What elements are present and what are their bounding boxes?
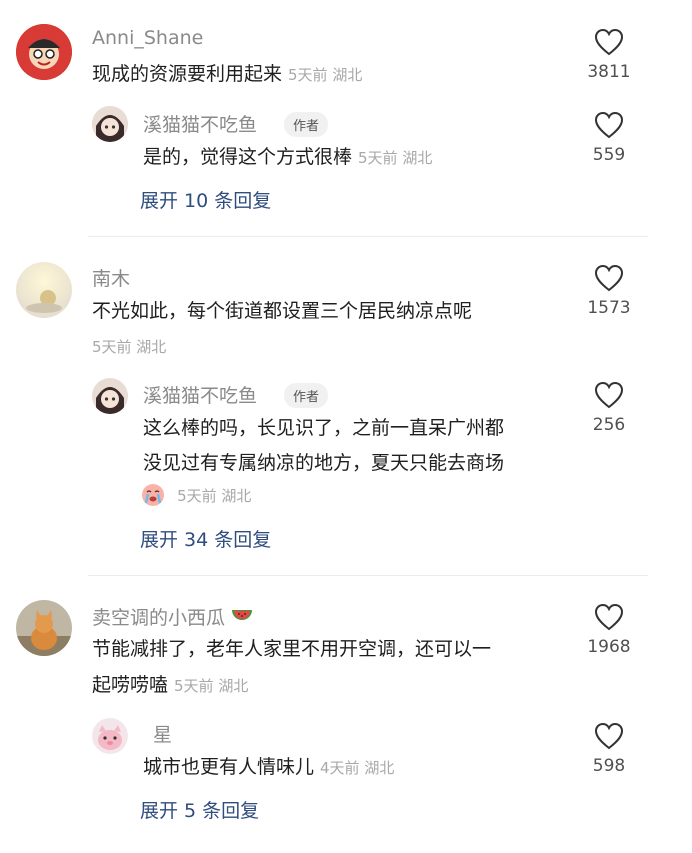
like-button[interactable]: 256: [564, 381, 654, 435]
reply-meta: 4天前 湖北: [320, 759, 395, 777]
author-badge: 作者: [284, 112, 329, 137]
comment-text-body: 现成的资源要利用起来: [92, 63, 283, 85]
like-count: 1968: [587, 637, 631, 657]
like-count: 559: [592, 145, 626, 165]
comment-meta: 5天前 湖北: [288, 66, 363, 84]
heart-outline-icon: [594, 264, 624, 292]
like-button[interactable]: 1968: [564, 603, 654, 657]
like-count: 1573: [587, 298, 631, 318]
divider: [88, 575, 648, 576]
reply-meta: 5天前 湖北: [177, 486, 252, 505]
like-count: 256: [592, 415, 626, 435]
reply-text-body: 是的，觉得这个方式很棒: [143, 146, 353, 168]
like-button[interactable]: 598: [564, 722, 654, 776]
reply-text-body: 城市也更有人情味儿: [143, 756, 315, 778]
username[interactable]: Anni_Shane: [92, 27, 203, 49]
divider: [88, 236, 648, 237]
heart-outline-icon: [594, 603, 624, 631]
avatar[interactable]: [16, 24, 72, 80]
comment-text: 现成的资源要利用起来 5天前 湖北: [92, 55, 362, 94]
heart-outline-icon: [594, 28, 624, 56]
reply-username[interactable]: 星: [153, 720, 172, 747]
heart-outline-icon: [594, 111, 624, 139]
username[interactable]: 南木: [92, 264, 130, 291]
heart-outline-icon: [594, 381, 624, 409]
reply-text-line-1: 这么棒的吗，长见识了，之前一直呆广州都: [143, 417, 505, 439]
reply-text: 是的，觉得这个方式很棒 5天前 湖北: [143, 138, 432, 177]
comment-text-line-2: 起唠唠嗑 5天前 湖北: [92, 666, 248, 705]
expand-replies-link[interactable]: 展开 5 条回复: [140, 796, 259, 823]
comment-text-body: 起唠唠嗑: [92, 674, 169, 696]
avatar[interactable]: [16, 600, 72, 656]
author-badge: 作者: [284, 383, 329, 408]
reply-username[interactable]: 溪猫猫不吃鱼: [143, 110, 257, 137]
avatar[interactable]: [16, 262, 72, 318]
reply-meta-row: 5天前 湖北: [140, 482, 251, 508]
reply-username[interactable]: 溪猫猫不吃鱼: [143, 381, 257, 408]
comment-text-line-1: 节能减排了，老年人家里不用开空调，还可以一: [92, 638, 492, 660]
avatar[interactable]: [92, 106, 128, 142]
reply-text-line-2: 没见过有专属纳凉的地方，夏天只能去商场: [143, 452, 505, 474]
comment-meta: 5天前 湖北: [174, 677, 249, 695]
username-text: 卖空调的小西瓜: [92, 607, 226, 629]
reply-meta: 5天前 湖北: [358, 149, 433, 167]
crying-face-emoji-icon: [142, 484, 164, 506]
expand-replies-link[interactable]: 展开 34 条回复: [140, 525, 271, 552]
like-count: 3811: [587, 62, 631, 82]
reply-text: 城市也更有人情味儿 4天前 湖北: [143, 748, 394, 787]
expand-replies-link[interactable]: 展开 10 条回复: [140, 186, 271, 213]
like-button[interactable]: 1573: [564, 264, 654, 318]
like-count: 598: [592, 756, 626, 776]
username[interactable]: 卖空调的小西瓜: [92, 603, 253, 630]
like-button[interactable]: 3811: [564, 28, 654, 82]
watermelon-icon: [232, 610, 253, 620]
like-button[interactable]: 559: [564, 111, 654, 165]
comment-text: 不光如此，每个街道都设置三个居民纳凉点呢: [92, 300, 473, 322]
comment-meta: 5天前 湖北: [92, 338, 167, 356]
avatar[interactable]: [92, 378, 128, 414]
heart-outline-icon: [594, 722, 624, 750]
avatar[interactable]: [92, 718, 128, 754]
